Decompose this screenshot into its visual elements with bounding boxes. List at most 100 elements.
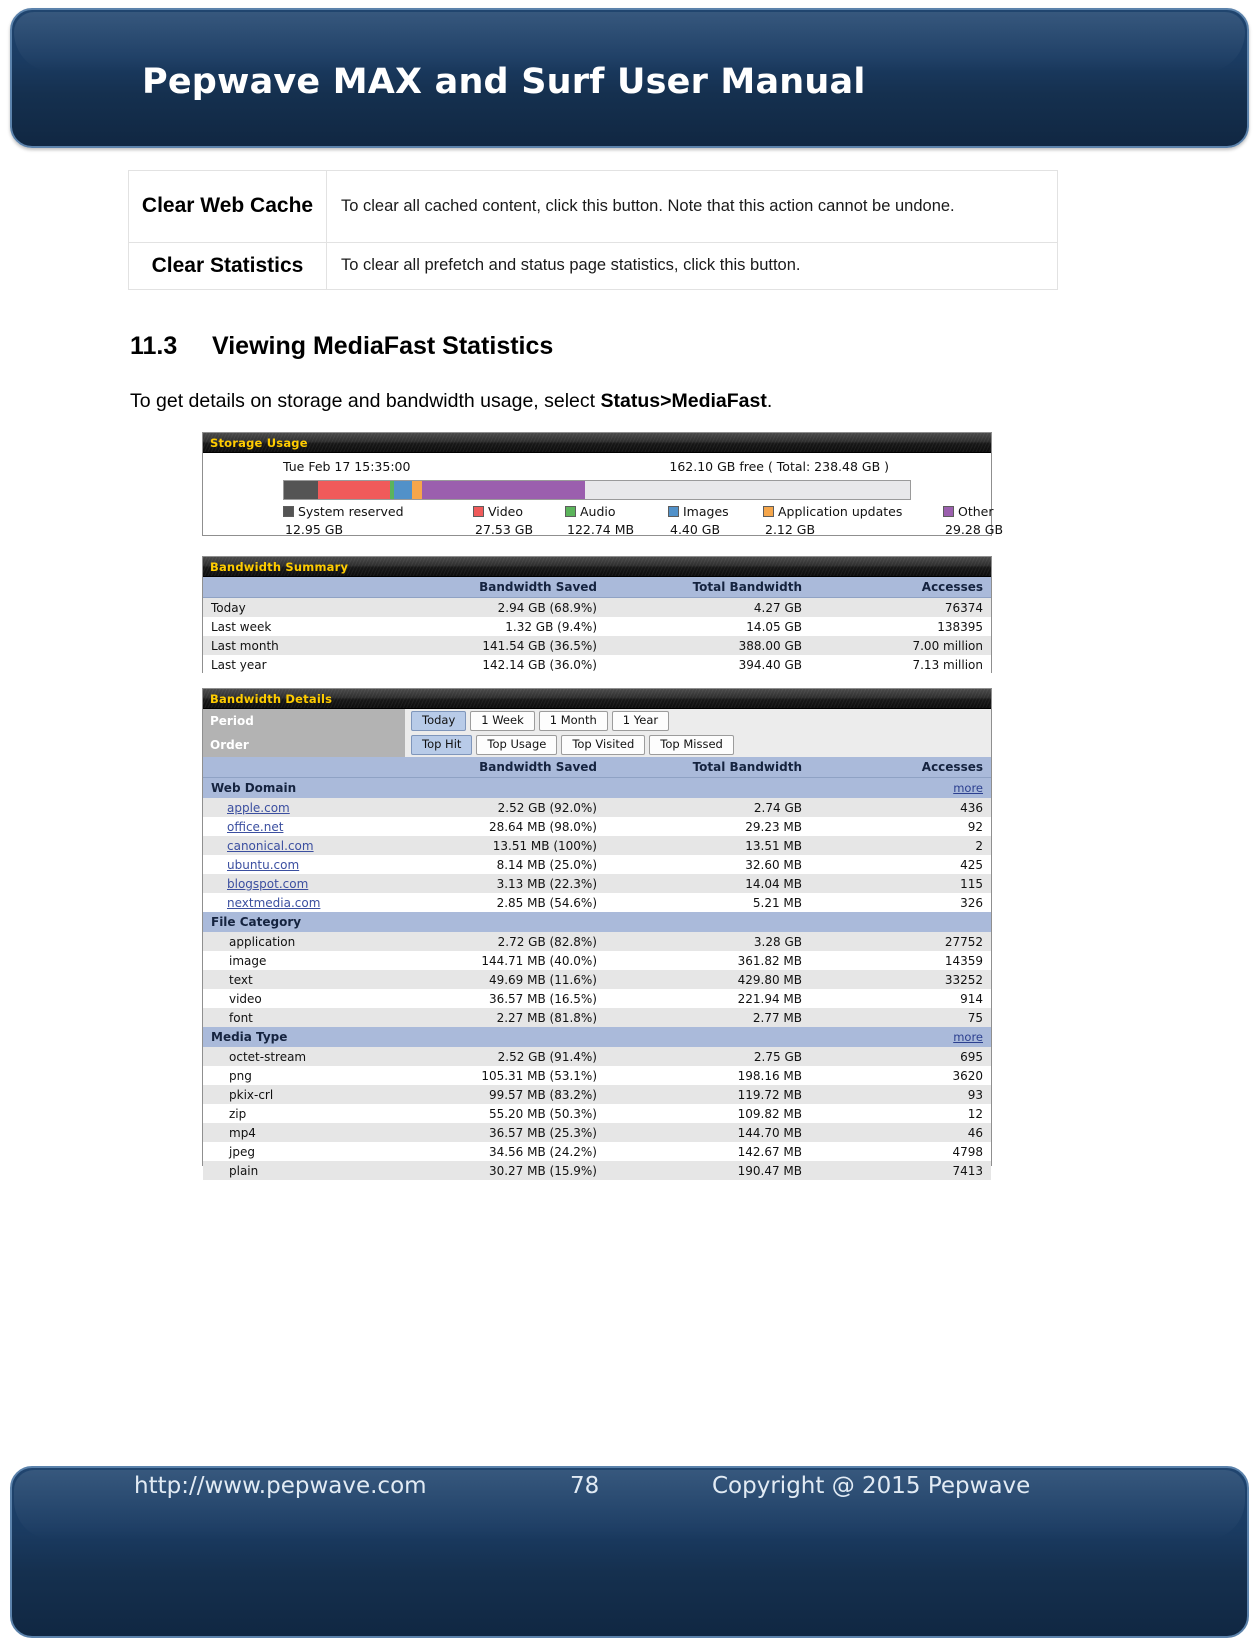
col-total-bandwidth: Total Bandwidth [605, 757, 810, 778]
storage-usage-bar [283, 480, 911, 500]
domain-link[interactable]: apple.com [227, 801, 290, 815]
group-spacer [405, 777, 810, 798]
bandwidth-summary-panel: Bandwidth Summary Bandwidth Saved Total … [202, 556, 992, 674]
detail-bandwidth-saved: 105.31 MB (53.1%) [405, 1066, 605, 1085]
legend-label: Images [683, 504, 729, 519]
period-button-1-week[interactable]: 1 Week [470, 711, 535, 731]
legend-value-system-reserved: 12.95 GB [285, 522, 344, 537]
detail-item-name: text [203, 970, 405, 989]
domain-link[interactable]: ubuntu.com [227, 858, 299, 872]
detail-total-bandwidth: 5.21 MB [605, 893, 810, 912]
table-header-row: Bandwidth Saved Total Bandwidth Accesses [203, 577, 991, 598]
legend-label: System reserved [298, 504, 404, 519]
table-row: octet-stream 2.52 GB (91.4%) 2.75 GB 695 [203, 1047, 991, 1066]
detail-accesses: 695 [810, 1047, 991, 1066]
legend-label: Audio [580, 504, 616, 519]
domain-link[interactable]: blogspot.com [227, 877, 308, 891]
detail-accesses: 7413 [810, 1161, 991, 1180]
storage-segment-other [421, 481, 585, 499]
detail-accesses: 33252 [810, 970, 991, 989]
detail-bandwidth-saved: 49.69 MB (11.6%) [405, 970, 605, 989]
detail-bandwidth-saved: 36.57 MB (25.3%) [405, 1123, 605, 1142]
table-row: ubuntu.com 8.14 MB (25.0%) 32.60 MB 425 [203, 855, 991, 874]
legend-swatch-icon [668, 506, 679, 517]
group-spacer [405, 1027, 810, 1047]
detail-bandwidth-saved: 30.27 MB (15.9%) [405, 1161, 605, 1180]
table-row: blogspot.com 3.13 MB (22.3%) 14.04 MB 115 [203, 874, 991, 893]
setting-label: Clear Statistics [128, 241, 327, 291]
detail-total-bandwidth: 429.80 MB [605, 970, 810, 989]
detail-total-bandwidth: 142.67 MB [605, 1142, 810, 1161]
more-link[interactable]: more [953, 781, 983, 795]
detail-total-bandwidth: 119.72 MB [605, 1085, 810, 1104]
detail-accesses: 436 [810, 798, 991, 817]
page-title: Pepwave MAX and Surf User Manual [142, 62, 866, 102]
lead-suffix: . [766, 390, 773, 412]
bwsum-saved: 142.14 GB (36.0%) [405, 655, 605, 674]
bandwidth-details-table: Bandwidth Saved Total Bandwidth Accesses… [203, 757, 991, 1180]
domain-link[interactable]: canonical.com [227, 839, 314, 853]
bwsum-period: Last week [203, 617, 405, 636]
table-row: png 105.31 MB (53.1%) 198.16 MB 3620 [203, 1066, 991, 1085]
period-button-group: Today 1 Week 1 Month 1 Year [405, 709, 991, 733]
detail-item-name: pkix-crl [203, 1085, 405, 1104]
detail-item-name: blogspot.com [203, 874, 405, 893]
domain-link[interactable]: office.net [227, 820, 283, 834]
table-row: image 144.71 MB (40.0%) 361.82 MB 14359 [203, 951, 991, 970]
detail-total-bandwidth: 361.82 MB [605, 951, 810, 970]
detail-accesses: 12 [810, 1104, 991, 1123]
footer-copyright: Copyright @ 2015 Pepwave [712, 1473, 1031, 1499]
col-bandwidth-saved: Bandwidth Saved [405, 757, 605, 778]
storage-usage-body: Tue Feb 17 15:35:00 162.10 GB free ( Tot… [203, 453, 1003, 543]
col-period [203, 577, 405, 598]
bandwidth-summary-header: Bandwidth Saved Total Bandwidth Accesses [203, 577, 991, 598]
detail-accesses: 3620 [810, 1066, 991, 1085]
detail-bandwidth-saved: 34.56 MB (24.2%) [405, 1142, 605, 1161]
footer-url[interactable]: http://www.pepwave.com [134, 1473, 427, 1499]
table-row: nextmedia.com 2.85 MB (54.6%) 5.21 MB 326 [203, 893, 991, 912]
order-button-top-visited[interactable]: Top Visited [561, 735, 646, 755]
detail-accesses: 46 [810, 1123, 991, 1142]
detail-item-name: font [203, 1008, 405, 1027]
domain-link[interactable]: nextmedia.com [227, 896, 320, 910]
period-button-1-month[interactable]: 1 Month [538, 711, 608, 731]
detail-bandwidth-saved: 2.52 GB (91.4%) [405, 1047, 605, 1066]
detail-total-bandwidth: 29.23 MB [605, 817, 810, 836]
detail-bandwidth-saved: 28.64 MB (98.0%) [405, 817, 605, 836]
detail-item-name: apple.com [203, 798, 405, 817]
table-row: Today 2.94 GB (68.9%) 4.27 GB 76374 [203, 597, 991, 617]
group-header-row: File Category [203, 912, 991, 932]
group-name: Web Domain [203, 777, 405, 798]
detail-total-bandwidth: 198.16 MB [605, 1066, 810, 1085]
order-button-top-usage[interactable]: Top Usage [476, 735, 558, 755]
storage-segment-free [584, 481, 910, 499]
legend-item-application-updates: Application updates [763, 504, 902, 519]
period-button-today[interactable]: Today [411, 711, 467, 731]
legend-item-audio: Audio [565, 504, 616, 519]
period-button-1-year[interactable]: 1 Year [611, 711, 670, 731]
detail-item-name: application [203, 932, 405, 951]
col-total-bandwidth: Total Bandwidth [605, 577, 810, 598]
legend-value-video: 27.53 GB [475, 522, 534, 537]
legend-label: Application updates [778, 504, 903, 519]
bwsum-period: Today [203, 597, 405, 617]
detail-total-bandwidth: 13.51 MB [605, 836, 810, 855]
detail-item-name: octet-stream [203, 1047, 405, 1066]
more-link[interactable]: more [953, 1030, 983, 1044]
table-row: Last year 142.14 GB (36.0%) 394.40 GB 7.13 … [203, 655, 991, 674]
bandwidth-summary-body: Today 2.94 GB (68.9%) 4.27 GB 76374 Last wee… [203, 597, 991, 674]
table-row: text 49.69 MB (11.6%) 429.80 MB 33252 [203, 970, 991, 989]
bwsum-total: 14.05 GB [605, 617, 810, 636]
detail-bandwidth-saved: 8.14 MB (25.0%) [405, 855, 605, 874]
detail-bandwidth-saved: 13.51 MB (100%) [405, 836, 605, 855]
order-button-top-hit[interactable]: Top Hit [411, 735, 473, 755]
setting-label: Clear Web Cache [128, 170, 327, 243]
legend-label: Other [958, 504, 994, 519]
detail-bandwidth-saved: 36.57 MB (16.5%) [405, 989, 605, 1008]
detail-total-bandwidth: 190.47 MB [605, 1161, 810, 1180]
bwsum-total: 394.40 GB [605, 655, 810, 674]
table-row: canonical.com 13.51 MB (100%) 13.51 MB 2 [203, 836, 991, 855]
detail-accesses: 4798 [810, 1142, 991, 1161]
detail-total-bandwidth: 221.94 MB [605, 989, 810, 1008]
order-button-top-missed[interactable]: Top Missed [649, 735, 734, 755]
